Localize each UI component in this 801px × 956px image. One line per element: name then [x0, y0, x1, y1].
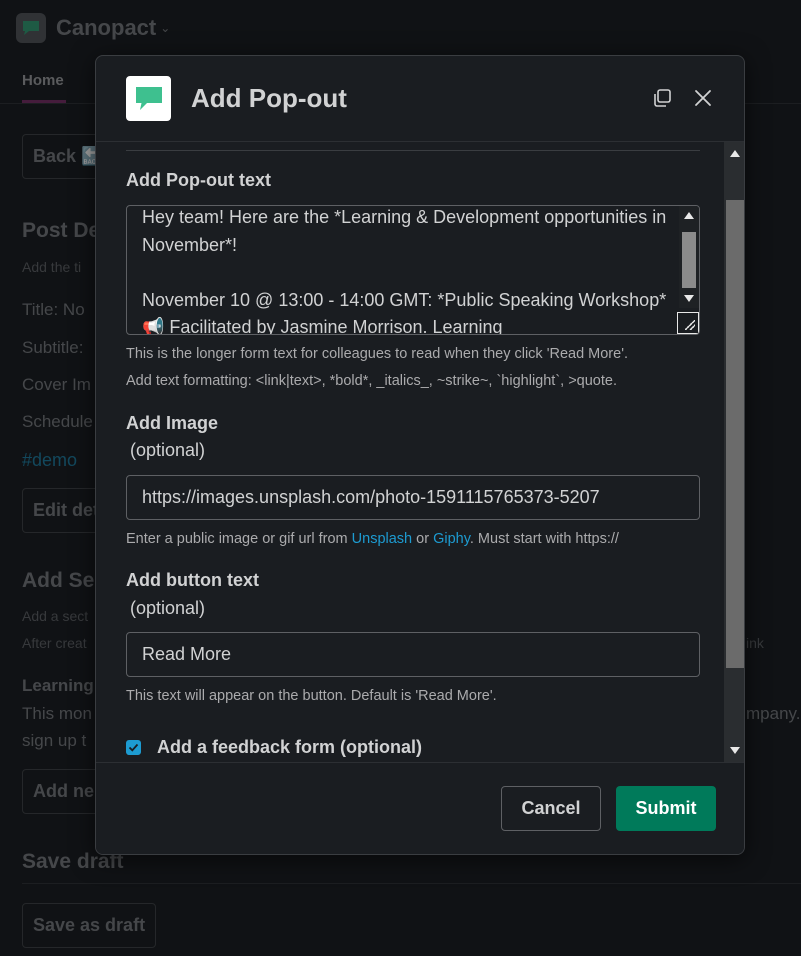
modal-body: Add Pop-out text Hey team! Here are the … [96, 142, 724, 762]
button-text-label: Add button text [126, 570, 259, 590]
popout-text-help: This is the longer form text for colleag… [126, 346, 628, 362]
button-text-help: This text will appear on the button. Def… [126, 688, 497, 704]
modal-title: Add Pop-out [191, 83, 347, 113]
image-help-prefix: Enter a public image or gif url from [126, 531, 352, 547]
submit-button[interactable]: Submit [616, 786, 716, 831]
chat-bubble-icon [126, 76, 171, 121]
image-help-suffix: . Must start with https:// [469, 531, 619, 547]
scroll-up-arrow-icon[interactable] [684, 212, 694, 219]
add-popout-modal: Add Pop-out Add Pop-out text Hey team! H… [95, 55, 745, 855]
modal-footer: Cancel Submit [96, 762, 744, 854]
popout-text-label: Add Pop-out text [126, 170, 271, 190]
scroll-up-arrow-icon[interactable] [730, 150, 740, 157]
popout-text-format-help: Add text formatting: <link|text>, *bold*… [126, 373, 617, 389]
image-help: Enter a public image or gif url from Uns… [126, 531, 619, 547]
image-help-or: or [412, 531, 434, 547]
divider [126, 150, 700, 151]
scroll-down-arrow-icon[interactable] [684, 295, 694, 302]
modal-scrollbar[interactable] [724, 142, 744, 762]
giphy-link[interactable]: Giphy [433, 531, 470, 547]
feedback-form-label[interactable]: Add a feedback form (optional) [157, 737, 422, 758]
popout-text-textarea[interactable]: Hey team! Here are the *Learning & Devel… [126, 205, 700, 335]
cancel-button[interactable]: Cancel [501, 786, 601, 831]
unsplash-link[interactable]: Unsplash [352, 531, 412, 547]
button-text-input[interactable] [126, 632, 700, 677]
image-label: Add Image [126, 413, 219, 433]
resize-handle-icon[interactable] [677, 312, 699, 334]
modal-scroll-thumb[interactable] [726, 200, 744, 668]
textarea-scroll-thumb[interactable] [682, 232, 696, 288]
copy-window-icon[interactable] [652, 88, 672, 108]
scroll-down-arrow-icon[interactable] [730, 747, 740, 754]
feedback-form-checkbox[interactable] [126, 740, 141, 755]
textarea-scrollbar[interactable] [679, 206, 699, 308]
popout-text-value[interactable]: Hey team! Here are the *Learning & Devel… [142, 206, 672, 334]
checkmark-icon [128, 743, 139, 752]
image-optional: (optional) [130, 440, 206, 460]
button-text-optional: (optional) [130, 598, 206, 618]
close-icon[interactable] [693, 88, 713, 108]
modal-header: Add Pop-out [96, 56, 744, 142]
image-url-input[interactable] [126, 475, 700, 520]
